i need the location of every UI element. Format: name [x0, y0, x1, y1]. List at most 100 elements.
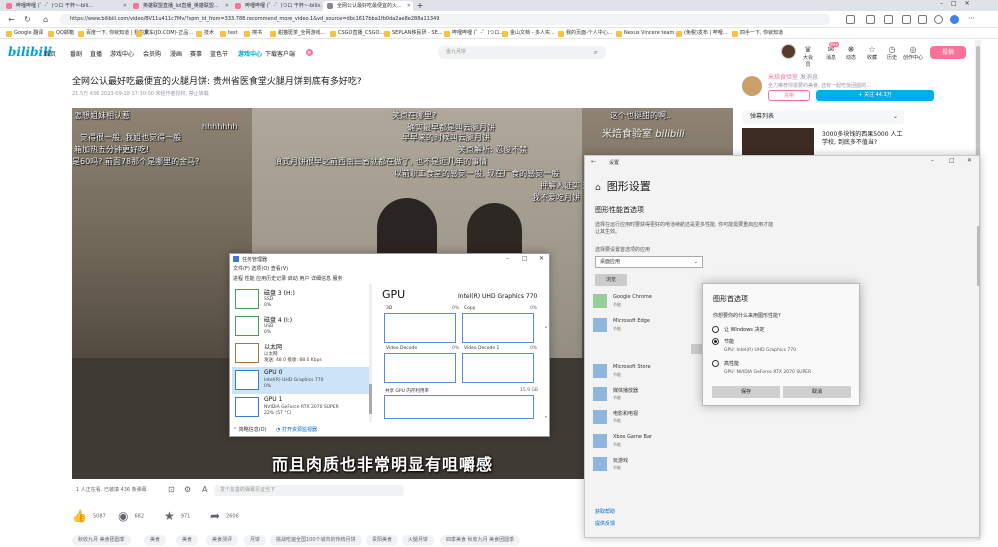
- close-tab-icon[interactable]: ✕: [225, 1, 229, 11]
- perf-item-ethernet[interactable]: 以太网 以太网 发送: 48.0 接收: 88.0 Kbps: [232, 340, 370, 367]
- get-help-link[interactable]: 获取帮助: [595, 508, 615, 515]
- scrollbar-thumb[interactable]: [369, 384, 372, 414]
- profile-icon[interactable]: [934, 15, 943, 24]
- tag-item[interactable]: 月饼: [244, 535, 267, 546]
- vip-entry[interactable]: ♛ 大会员: [801, 45, 815, 68]
- app-type-select[interactable]: 桌面应用 ⌄: [595, 256, 703, 268]
- share-button[interactable]: ➦ 2606: [210, 509, 239, 524]
- bookmark-item[interactable]: CSGO直播_CSGO...: [330, 29, 384, 38]
- nav-live[interactable]: 直播: [90, 49, 102, 58]
- performance-list-scrollbar[interactable]: [369, 284, 372, 422]
- history-entry[interactable]: ◷ 历史: [885, 45, 899, 61]
- radio-power-saving[interactable]: [712, 338, 719, 345]
- dynamics-entry[interactable]: ❋ 动态: [844, 45, 858, 61]
- bookmark-item[interactable]: test: [220, 29, 238, 38]
- back-icon[interactable]: ←: [6, 14, 17, 25]
- task-manager-menu[interactable]: 文件(F) 选项(O) 查看(V): [233, 265, 288, 272]
- bookmark-item[interactable]: SEPLAN移民研 - SE...: [384, 29, 443, 38]
- close-tab-icon[interactable]: ✕: [407, 1, 411, 11]
- uploader-avatar[interactable]: [742, 76, 762, 96]
- danmaku-settings-icon[interactable]: ⚙: [184, 483, 191, 497]
- save-button[interactable]: 保存: [712, 386, 780, 398]
- tag-item[interactable]: 美食: [176, 535, 199, 546]
- perf-item-gpu0[interactable]: GPU 0 Intel(R) UHD Graphics 770 0%: [232, 367, 370, 394]
- app-list-item[interactable]: Xbox Game Bar 节能: [593, 432, 853, 450]
- recommended-thumbnail[interactable]: [742, 128, 814, 156]
- edge-icon[interactable]: [950, 15, 959, 24]
- bookmark-item[interactable]: 哔哩哔哩 (゜-゜)つロ...: [444, 29, 504, 38]
- user-avatar[interactable]: [781, 44, 796, 59]
- new-tab-button[interactable]: +: [414, 1, 426, 11]
- bookmark-item[interactable]: 擦书: [244, 29, 262, 38]
- url-input[interactable]: https://www.bilibili.com/video/BV11u411c…: [60, 14, 830, 25]
- creator-center-entry[interactable]: ◎ 创作中心: [903, 45, 923, 61]
- danmaku-toggle-icon[interactable]: ⊡: [168, 483, 175, 497]
- close-tab-icon[interactable]: ✕: [317, 1, 321, 11]
- search-input[interactable]: 金九月饼: [438, 46, 606, 59]
- minimize-icon[interactable]: –: [931, 157, 934, 164]
- bookmark-item[interactable]: 金山文档 - 多人实...: [502, 29, 555, 38]
- nav-event[interactable]: 蓝色节: [210, 49, 228, 58]
- nav-comics[interactable]: 漫画: [170, 49, 182, 58]
- like-button[interactable]: 👍 5087: [72, 509, 106, 524]
- close-tab-icon[interactable]: ✕: [123, 1, 127, 11]
- browser-tab[interactable]: 哔哩哔哩 (゜-゜)つロ 干杯~-bili... ✕: [231, 1, 323, 11]
- minimize-icon[interactable]: –: [506, 255, 509, 262]
- favorites-entry[interactable]: ☆ 收藏: [865, 45, 879, 61]
- nav-game-center-2[interactable]: 游戏中心: [238, 49, 262, 58]
- perf-item-gpu1[interactable]: GPU 1 NVIDIA GeForce RTX 2070 SUPER 22% (5…: [232, 394, 370, 421]
- uploader-name[interactable]: 米焙食验室 发消息: [768, 72, 818, 81]
- task-manager-tabs[interactable]: 进程 性能 应用历史记录 启动 用户 详细信息 服务: [233, 275, 343, 282]
- fewer-details-button[interactable]: ⌃ 简略信息(D): [233, 426, 267, 433]
- tag-item[interactable]: 贵阳美食: [366, 535, 399, 546]
- nav-esports[interactable]: 赛事: [190, 49, 202, 58]
- back-icon[interactable]: ←: [591, 158, 596, 165]
- open-resource-monitor-link[interactable]: ◔ 打开资源监视器: [276, 426, 317, 433]
- recommended-video[interactable]: 3000多块钱的西果5000 人工学校, 到底多不值当?: [742, 128, 904, 156]
- browser-tab[interactable]: 英雄联盟直播_lol直播_英雄联盟... ✕: [129, 1, 231, 11]
- danmaku-list-header[interactable]: 弹幕列表 ⌄: [742, 110, 904, 124]
- send-message-link[interactable]: 发消息: [800, 74, 818, 81]
- coin-button[interactable]: ◉ 682: [118, 509, 144, 524]
- browser-tab[interactable]: 哔哩哔哩 (゜-゜)つロ 干杯~-bili... ✕: [2, 1, 129, 11]
- tag-item[interactable]: 火腿月饼: [402, 535, 435, 546]
- charge-button[interactable]: 充电: [768, 90, 810, 101]
- danmaku-input[interactable]: 发个友善的弹幕见证当下: [214, 485, 404, 496]
- perf-item-disk3[interactable]: 磁盘 3 (H:) SSD 0%: [232, 286, 370, 313]
- nav-home[interactable]: 首页: [44, 49, 56, 58]
- bookmark-item[interactable]: Google 翻译: [6, 29, 43, 38]
- scrollbar-thumb[interactable]: [976, 46, 980, 166]
- panel-scroll-up-icon[interactable]: ▴: [545, 324, 547, 329]
- collections-icon[interactable]: [918, 15, 927, 24]
- bookmark-item[interactable]: (免税)发布 | 哔哩...: [676, 29, 728, 38]
- bookmark-item[interactable]: 技术: [196, 29, 214, 38]
- app-list-item[interactable]: 电影和电视 节能: [593, 408, 853, 426]
- browse-button[interactable]: 浏览: [595, 274, 627, 286]
- split-view-icon[interactable]: [884, 15, 893, 24]
- home-icon[interactable]: ⌂: [595, 183, 601, 193]
- maximize-icon[interactable]: □: [949, 157, 955, 164]
- maximize-icon[interactable]: □: [522, 255, 528, 262]
- nav-game-center[interactable]: 游戏中心: [110, 49, 134, 58]
- more-menu-icon[interactable]: ⋯: [968, 15, 977, 24]
- give-feedback-link[interactable]: 提供反馈: [595, 520, 615, 527]
- settings-scrollbar[interactable]: [977, 226, 980, 286]
- favorites-icon[interactable]: [902, 15, 911, 24]
- close-icon[interactable]: ✕: [539, 255, 544, 262]
- panel-scroll-down-icon[interactable]: ▾: [545, 414, 547, 419]
- radio-let-windows-decide[interactable]: [712, 326, 719, 333]
- radio-high-performance[interactable]: [712, 360, 719, 367]
- bookmark-item[interactable]: 京东(JD.COM)-正品...: [136, 29, 193, 38]
- nav-member-shop[interactable]: 会员购: [143, 49, 161, 58]
- tag-item[interactable]: 挑战吃遍全国100个城市的传统月饼: [270, 535, 362, 546]
- bookmark-item[interactable]: QQ邮箱: [48, 29, 74, 38]
- bookmark-item[interactable]: 我的页面-个人中心...: [558, 29, 613, 38]
- close-icon[interactable]: ✕: [967, 157, 972, 164]
- browser-tab-active[interactable]: 全网公认最好吃最便宜的火... ✕: [323, 1, 413, 11]
- search-icon[interactable]: ⌕: [594, 49, 597, 57]
- bookmark-item[interactable]: 四手一下, 你就知道: [732, 29, 783, 38]
- bookmark-item[interactable]: Nexus Vincere team...: [616, 29, 679, 38]
- cancel-button[interactable]: 取消: [783, 386, 851, 398]
- tag-item[interactable]: 美食测评: [206, 535, 239, 546]
- upload-button[interactable]: 投稿: [930, 46, 966, 59]
